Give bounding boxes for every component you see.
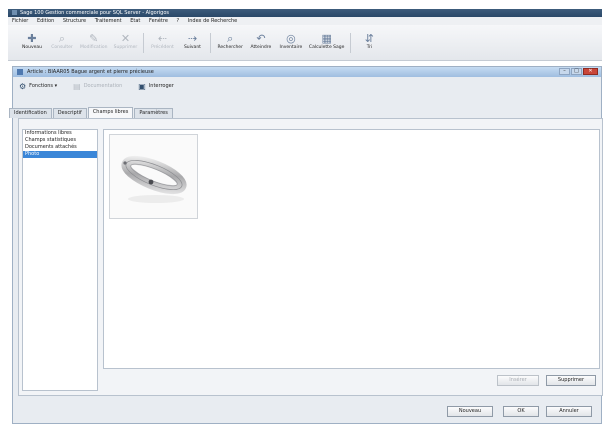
toolbar-separator (210, 33, 212, 53)
menu-fichier[interactable]: Fichier (12, 18, 28, 24)
calculator-button[interactable]: ▦ Calculette Sage (309, 33, 344, 51)
chevron-down-icon: ▾ (53, 83, 58, 89)
query-icon: ▣ (138, 81, 146, 91)
next-button[interactable]: ⇢ Suivant (180, 33, 204, 51)
new-article-button[interactable]: Nouveau (447, 406, 493, 417)
photo-panel (103, 129, 600, 369)
app-title: Sage 100 Gestion commerciale pour SQL Se… (20, 10, 169, 16)
menu-bar: Fichier Edition Structure Traitement Eta… (8, 17, 602, 25)
insert-button[interactable]: Insérer (497, 375, 539, 386)
minimize-icon[interactable]: – (559, 68, 570, 75)
menu-edition[interactable]: Edition (37, 18, 54, 24)
sort-button[interactable]: ⇵ Tri (357, 33, 381, 51)
free-fields-nav: Informations libres Champs statistiques … (22, 129, 98, 391)
previous-button[interactable]: ⇠ Précédent (150, 33, 174, 51)
query-button[interactable]: ▣ Interroger (138, 82, 174, 91)
documentation-button[interactable]: ▤ Documentation (73, 82, 122, 91)
goto-icon: ↶ (256, 32, 266, 45)
delete-icon: ✕ (120, 32, 131, 45)
plus-icon: ✚ (27, 32, 37, 45)
ring-photo[interactable] (109, 134, 198, 219)
consult-button[interactable]: ⌕ Consulter (50, 33, 74, 51)
nav-item-documents-attaches[interactable]: Documents attachés (23, 144, 97, 151)
inventory-icon: ◎ (286, 32, 296, 45)
nav-item-informations-libres[interactable]: Informations libres (23, 130, 97, 137)
app-title-bar: Sage 100 Gestion commerciale pour SQL Se… (8, 9, 602, 17)
article-toolbar: ⚙ Fonctions ▾ ▤ Documentation ▣ Interroger (13, 77, 601, 95)
article-window-title: Article : BIAAR05 Bague argent et pierre… (27, 69, 154, 75)
documentation-icon: ▤ (73, 81, 81, 91)
search-button[interactable]: ⌕ Rechercher (217, 33, 242, 51)
delete-button[interactable]: Supprimer (546, 375, 596, 386)
new-button[interactable]: ✚ Nouveau (20, 33, 44, 51)
toolbar-separator (143, 33, 145, 53)
nav-item-photo[interactable]: Photo (23, 151, 97, 158)
modify-button[interactable]: ✎ Modification (80, 33, 107, 51)
goto-button[interactable]: ↶ Atteindre (249, 33, 273, 51)
article-window-title-bar[interactable]: Article : BIAAR05 Bague argent et pierre… (13, 67, 601, 77)
tab-champs-libres[interactable]: Champs libres (87, 107, 134, 118)
search-icon: ⌕ (227, 32, 234, 45)
functions-icon: ⚙ (19, 81, 27, 91)
window-controls: – □ ✕ (558, 68, 598, 75)
menu-structure[interactable]: Structure (63, 18, 86, 24)
toolbar-separator (350, 33, 352, 53)
menu-traitement[interactable]: Traitement (95, 18, 122, 24)
close-icon[interactable]: ✕ (583, 68, 598, 75)
document-icon (17, 69, 23, 75)
app-icon (12, 10, 17, 15)
menu-index-recherche[interactable]: Index de Recherche (188, 18, 237, 24)
calculator-icon: ▦ (321, 32, 332, 45)
nav-item-champs-statistiques[interactable]: Champs statistiques (23, 137, 97, 144)
main-toolbar: ✚ Nouveau ⌕ Consulter ✎ Modification ✕ Suppr… (8, 25, 602, 61)
maximize-icon[interactable]: □ (571, 68, 582, 75)
menu-fenetre[interactable]: Fenêtre (149, 18, 168, 24)
cancel-button[interactable]: Annuler (546, 406, 592, 417)
edit-icon: ✎ (89, 32, 99, 45)
tab-parametres[interactable]: Paramètres (134, 108, 173, 118)
back-icon: ⇠ (157, 32, 168, 45)
ok-button[interactable]: OK (503, 406, 539, 417)
sort-icon: ⇵ (364, 32, 374, 45)
inventory-button[interactable]: ◎ Inventaire (279, 33, 303, 51)
menu-help[interactable]: ? (177, 18, 180, 24)
tab-descriptif[interactable]: Descriptif (52, 108, 87, 118)
tab-identification[interactable]: Identification (9, 108, 52, 118)
functions-button[interactable]: ⚙ Fonctions ▾ (19, 82, 57, 91)
article-tabs: Identification Descriptif Champs libres … (9, 107, 174, 118)
delete-toolbar-button[interactable]: ✕ Supprimer (113, 32, 138, 51)
ring-image (121, 155, 187, 203)
menu-etat[interactable]: Etat (130, 18, 140, 24)
view-icon: ⌕ (58, 32, 66, 45)
next-icon: ⇢ (187, 32, 198, 45)
